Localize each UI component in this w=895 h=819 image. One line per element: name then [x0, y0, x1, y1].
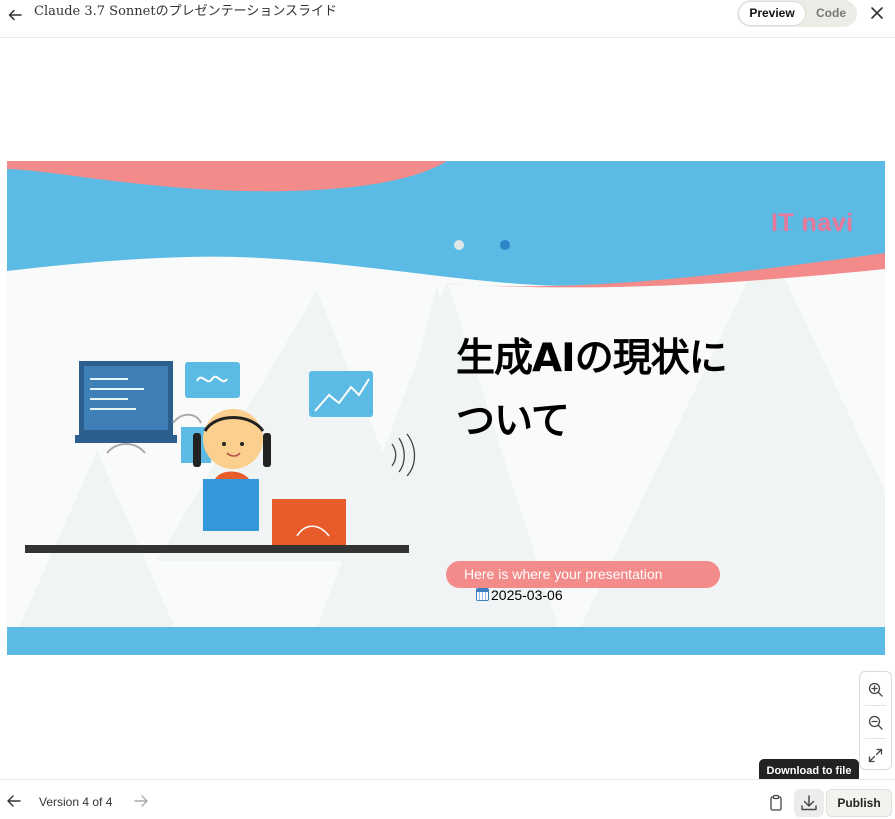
arrow-left-icon: [7, 795, 21, 807]
download-icon: [801, 795, 817, 811]
publish-button[interactable]: Publish: [826, 789, 892, 817]
copy-button[interactable]: [765, 792, 787, 814]
close-icon: [871, 7, 883, 19]
top-bar: Claude 3.7 Sonnetのプレゼンテーションスライド Preview …: [0, 0, 895, 38]
presentation-slide: IT navi IT navi 生成AIの現状に ついて Here is whe…: [7, 161, 885, 655]
artifact-title: Claude 3.7 Sonnetのプレゼンテーションスライド: [34, 4, 338, 19]
zoom-controls: [859, 671, 892, 770]
fullscreen-icon: [868, 748, 883, 763]
slide-title-line-1: 生成AIの現状に: [456, 336, 728, 381]
code-tab[interactable]: Code: [807, 2, 855, 25]
date-row: 2025-03-06: [476, 586, 563, 604]
calendar-icon: [476, 588, 489, 601]
preview-tab[interactable]: Preview: [739, 2, 805, 25]
footer-bar: Version 4 of 4 Publish: [0, 779, 895, 819]
view-toggle: Preview Code: [737, 0, 857, 27]
zoom-out-icon: [868, 715, 883, 730]
next-version-button[interactable]: [133, 793, 151, 811]
download-button[interactable]: [794, 789, 824, 817]
close-button[interactable]: [866, 2, 888, 24]
zoom-out-button[interactable]: [860, 706, 891, 738]
slide-title-line-2: ついて: [456, 399, 570, 444]
slide-title: 生成AIの現状に ついて: [456, 327, 786, 453]
back-button[interactable]: [4, 4, 26, 26]
arrow-left-icon: [8, 9, 22, 21]
previous-version-button[interactable]: [6, 793, 24, 811]
arrow-right-icon: [134, 795, 148, 807]
subtitle-pill: Here is where your presentation: [446, 561, 720, 588]
fullscreen-button[interactable]: [860, 739, 891, 771]
clipboard-icon: [770, 794, 782, 811]
zoom-in-button[interactable]: [860, 673, 891, 705]
version-label: Version 4 of 4: [39, 795, 113, 809]
zoom-in-icon: [868, 682, 883, 697]
slide-date: 2025-03-06: [491, 587, 563, 603]
